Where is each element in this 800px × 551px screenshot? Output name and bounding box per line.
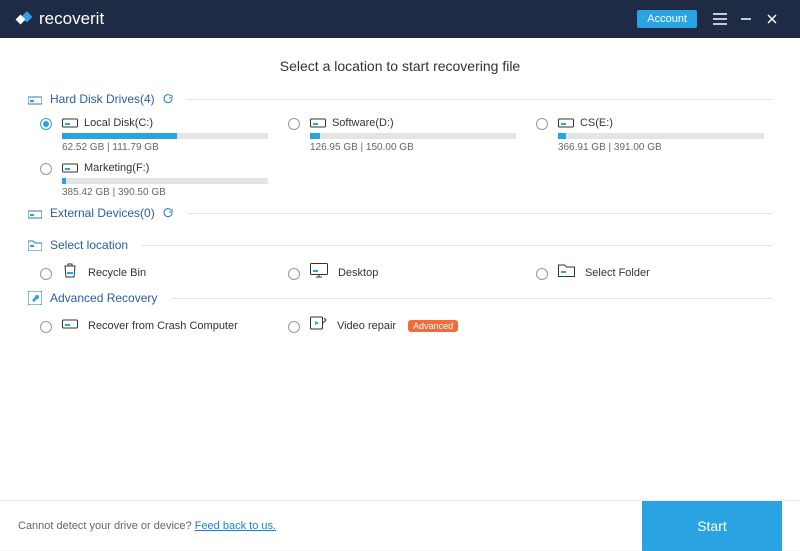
drive-radio[interactable] [40, 118, 52, 130]
external-icon [28, 208, 42, 219]
advanced-badge: Advanced [408, 320, 458, 332]
minimize-button[interactable] [733, 6, 759, 32]
desktop-icon [310, 263, 328, 283]
drive-icon [62, 317, 78, 335]
drive-item[interactable]: Local Disk(C:) 62.52 GB | 111.79 GB [28, 112, 276, 157]
advanced-radio[interactable] [288, 321, 300, 333]
drive-icon [558, 116, 574, 129]
drive-name: Software(D:) [332, 117, 394, 129]
footer: Cannot detect your drive or device? Feed… [0, 500, 800, 550]
drive-name: Marketing(F:) [84, 162, 149, 174]
advanced-item[interactable]: Video repair Advanced [276, 311, 524, 340]
refresh-icon[interactable] [163, 208, 173, 218]
section-loc: Select location [28, 238, 772, 252]
advanced-label: Recover from Crash Computer [88, 320, 238, 332]
app-name: recoverit [39, 9, 104, 29]
folder-section-icon [28, 239, 42, 251]
drive-icon [28, 94, 42, 105]
locations-row: Recycle Bin Desktop Select Folder [28, 258, 772, 287]
recycle-bin-icon [62, 262, 78, 283]
drive-size: 62.52 GB | 111.79 GB [62, 142, 268, 153]
advanced-radio[interactable] [40, 321, 52, 333]
section-loc-label: Select location [50, 238, 128, 252]
section-hdd: Hard Disk Drives(4) [28, 92, 772, 106]
drive-icon [62, 161, 78, 174]
drive-icon [62, 116, 78, 129]
logo-icon [15, 10, 33, 28]
section-adv: Advanced Recovery [28, 291, 772, 305]
location-radio[interactable] [288, 268, 300, 280]
video-repair-icon [310, 315, 327, 336]
section-hdd-label: Hard Disk Drives(4) [50, 92, 155, 106]
drive-radio[interactable] [288, 118, 300, 130]
advanced-label: Video repair [337, 320, 396, 332]
location-item[interactable]: Desktop [276, 258, 524, 287]
location-item[interactable]: Recycle Bin [28, 258, 276, 287]
drive-icon [62, 317, 78, 330]
refresh-icon[interactable] [163, 94, 173, 104]
usage-bar [310, 133, 516, 139]
start-button[interactable]: Start [642, 501, 782, 551]
advanced-item[interactable]: Recover from Crash Computer [28, 311, 276, 340]
drive-name: Local Disk(C:) [84, 117, 153, 129]
app-logo: recoverit [15, 9, 104, 29]
drive-radio[interactable] [536, 118, 548, 130]
wrench-icon [28, 291, 42, 305]
location-label: Select Folder [585, 267, 650, 279]
location-label: Desktop [338, 267, 378, 279]
titlebar: recoverit Account [0, 0, 800, 38]
page-title: Select a location to start recovering fi… [28, 58, 772, 74]
drive-size: 366.91 GB | 391.00 GB [558, 142, 764, 153]
close-button[interactable] [759, 6, 785, 32]
section-ext: External Devices(0) [28, 206, 772, 220]
drive-icon [310, 116, 326, 129]
location-label: Recycle Bin [88, 267, 146, 279]
drives-grid: Local Disk(C:) 62.52 GB | 111.79 GB Softwa… [28, 112, 772, 202]
folder-icon [558, 263, 575, 282]
drive-size: 385.42 GB | 390.50 GB [62, 187, 268, 198]
drive-radio[interactable] [40, 163, 52, 175]
drive-name: CS(E:) [580, 117, 613, 129]
location-radio[interactable] [536, 268, 548, 280]
location-item[interactable]: Select Folder [524, 258, 772, 287]
drive-item[interactable]: Software(D:) 126.95 GB | 150.00 GB [276, 112, 524, 157]
usage-bar [558, 133, 764, 139]
footer-text: Cannot detect your drive or device? Feed… [18, 520, 276, 532]
section-ext-label: External Devices(0) [50, 206, 155, 220]
usage-bar [62, 133, 268, 139]
usage-bar [62, 178, 268, 184]
location-radio[interactable] [40, 268, 52, 280]
advanced-row: Recover from Crash Computer Video repair A… [28, 311, 772, 340]
account-button[interactable]: Account [637, 10, 697, 28]
drive-size: 126.95 GB | 150.00 GB [310, 142, 516, 153]
feedback-link[interactable]: Feed back to us. [195, 520, 276, 532]
drive-item[interactable]: CS(E:) 366.91 GB | 391.00 GB [524, 112, 772, 157]
main-panel: Select a location to start recovering fi… [0, 38, 800, 500]
menu-icon[interactable] [707, 6, 733, 32]
drive-item[interactable]: Marketing(F:) 385.42 GB | 390.50 GB [28, 157, 276, 202]
section-adv-label: Advanced Recovery [50, 291, 157, 305]
